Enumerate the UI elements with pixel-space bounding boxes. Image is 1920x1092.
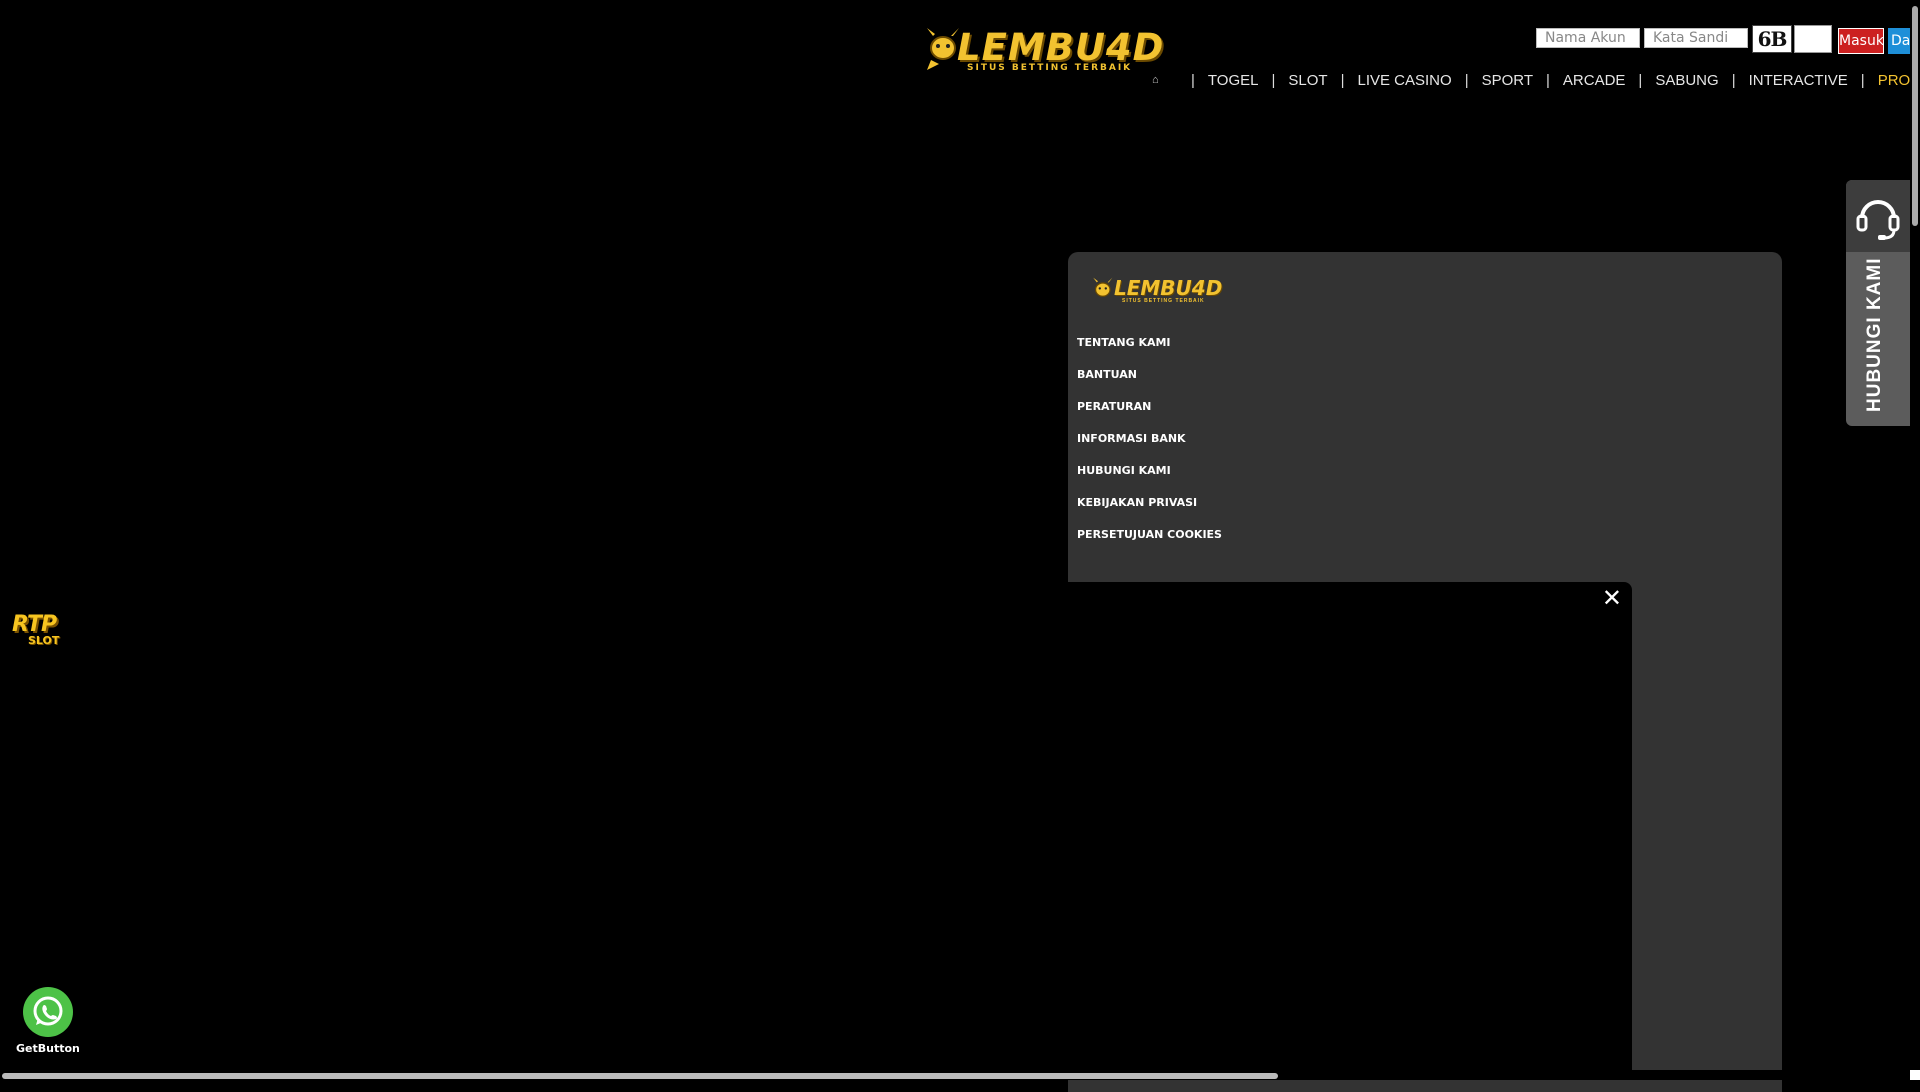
slot-label: SLOT: [28, 634, 60, 647]
footer-link-peraturan[interactable]: PERATURAN: [1077, 400, 1222, 432]
close-icon[interactable]: ✕: [1602, 584, 1622, 612]
whatsapp-button[interactable]: [23, 987, 73, 1037]
nav-item-interactive[interactable]: INTERACTIVE: [1749, 72, 1848, 89]
rtp-slot-badge[interactable]: RTP SLOT: [12, 612, 76, 650]
bull-icon: [1093, 277, 1113, 297]
footer-link-kebijakan-privasi[interactable]: KEBIJAKAN PRIVASI: [1077, 496, 1222, 528]
horizontal-scrollbar[interactable]: [0, 1070, 1910, 1080]
main-nav: ⌂ | TOGEL | SLOT | LIVE CASINO | SPORT |…: [1152, 70, 1920, 90]
captcha-input[interactable]: [1794, 25, 1832, 53]
footer-link-bantuan[interactable]: BANTUAN: [1077, 368, 1222, 400]
captcha-image: 6B: [1752, 25, 1792, 53]
footer-link-tentang-kami[interactable]: TENTANG KAMI: [1077, 336, 1222, 368]
whatsapp-icon: [33, 996, 63, 1026]
contact-us-tab[interactable]: HUBUNGI KAMI: [1846, 180, 1910, 426]
getbutton-label: GetButton: [16, 1042, 80, 1055]
footer-logo-tagline: SITUS BETTING TERBAIK: [1122, 298, 1205, 304]
site-logo[interactable]: LEMBU4D SITUS BETTING TERBAIK: [925, 22, 1163, 76]
nav-item-live-casino[interactable]: LIVE CASINO: [1357, 72, 1451, 89]
nav-item-slot[interactable]: SLOT: [1288, 72, 1327, 89]
home-icon[interactable]: ⌂: [1152, 74, 1166, 86]
nav-item-arcade[interactable]: ARCADE: [1563, 72, 1626, 89]
nav-item-togel[interactable]: TOGEL: [1208, 72, 1259, 89]
vertical-scrollbar[interactable]: [1910, 0, 1920, 1080]
login-button[interactable]: Masuk: [1838, 28, 1884, 54]
contact-tab-header: [1846, 180, 1910, 252]
horizontal-scroll-thumb[interactable]: [2, 1073, 1278, 1079]
username-input[interactable]: [1536, 28, 1640, 48]
logo-tagline: SITUS BETTING TERBAIK: [967, 63, 1133, 73]
nav-item-sport[interactable]: SPORT: [1482, 72, 1533, 89]
footer-link-persetujuan-cookies[interactable]: PERSETUJUAN COOKIES: [1077, 528, 1222, 560]
footer-logo-text: LEMBU4D: [1114, 276, 1223, 300]
contact-tab-label: HUBUNGI KAMI: [1864, 257, 1885, 413]
nav-item-sabung[interactable]: SABUNG: [1655, 72, 1718, 89]
password-input[interactable]: [1644, 28, 1748, 48]
vertical-scroll-thumb[interactable]: [1912, 6, 1918, 226]
popup-overlay: ✕: [1068, 582, 1632, 1080]
footer-link-hubungi-kami[interactable]: HUBUNGI KAMI: [1077, 464, 1222, 496]
footer-links: TENTANG KAMI BANTUAN PERATURAN INFORMASI…: [1077, 336, 1222, 560]
footer-link-informasi-bank[interactable]: INFORMASI BANK: [1077, 432, 1222, 464]
scrollbar-corner: [1910, 1070, 1920, 1080]
footer-logo[interactable]: LEMBU4D SITUS BETTING TERBAIK: [1092, 274, 1222, 308]
headset-icon: [1856, 200, 1900, 240]
